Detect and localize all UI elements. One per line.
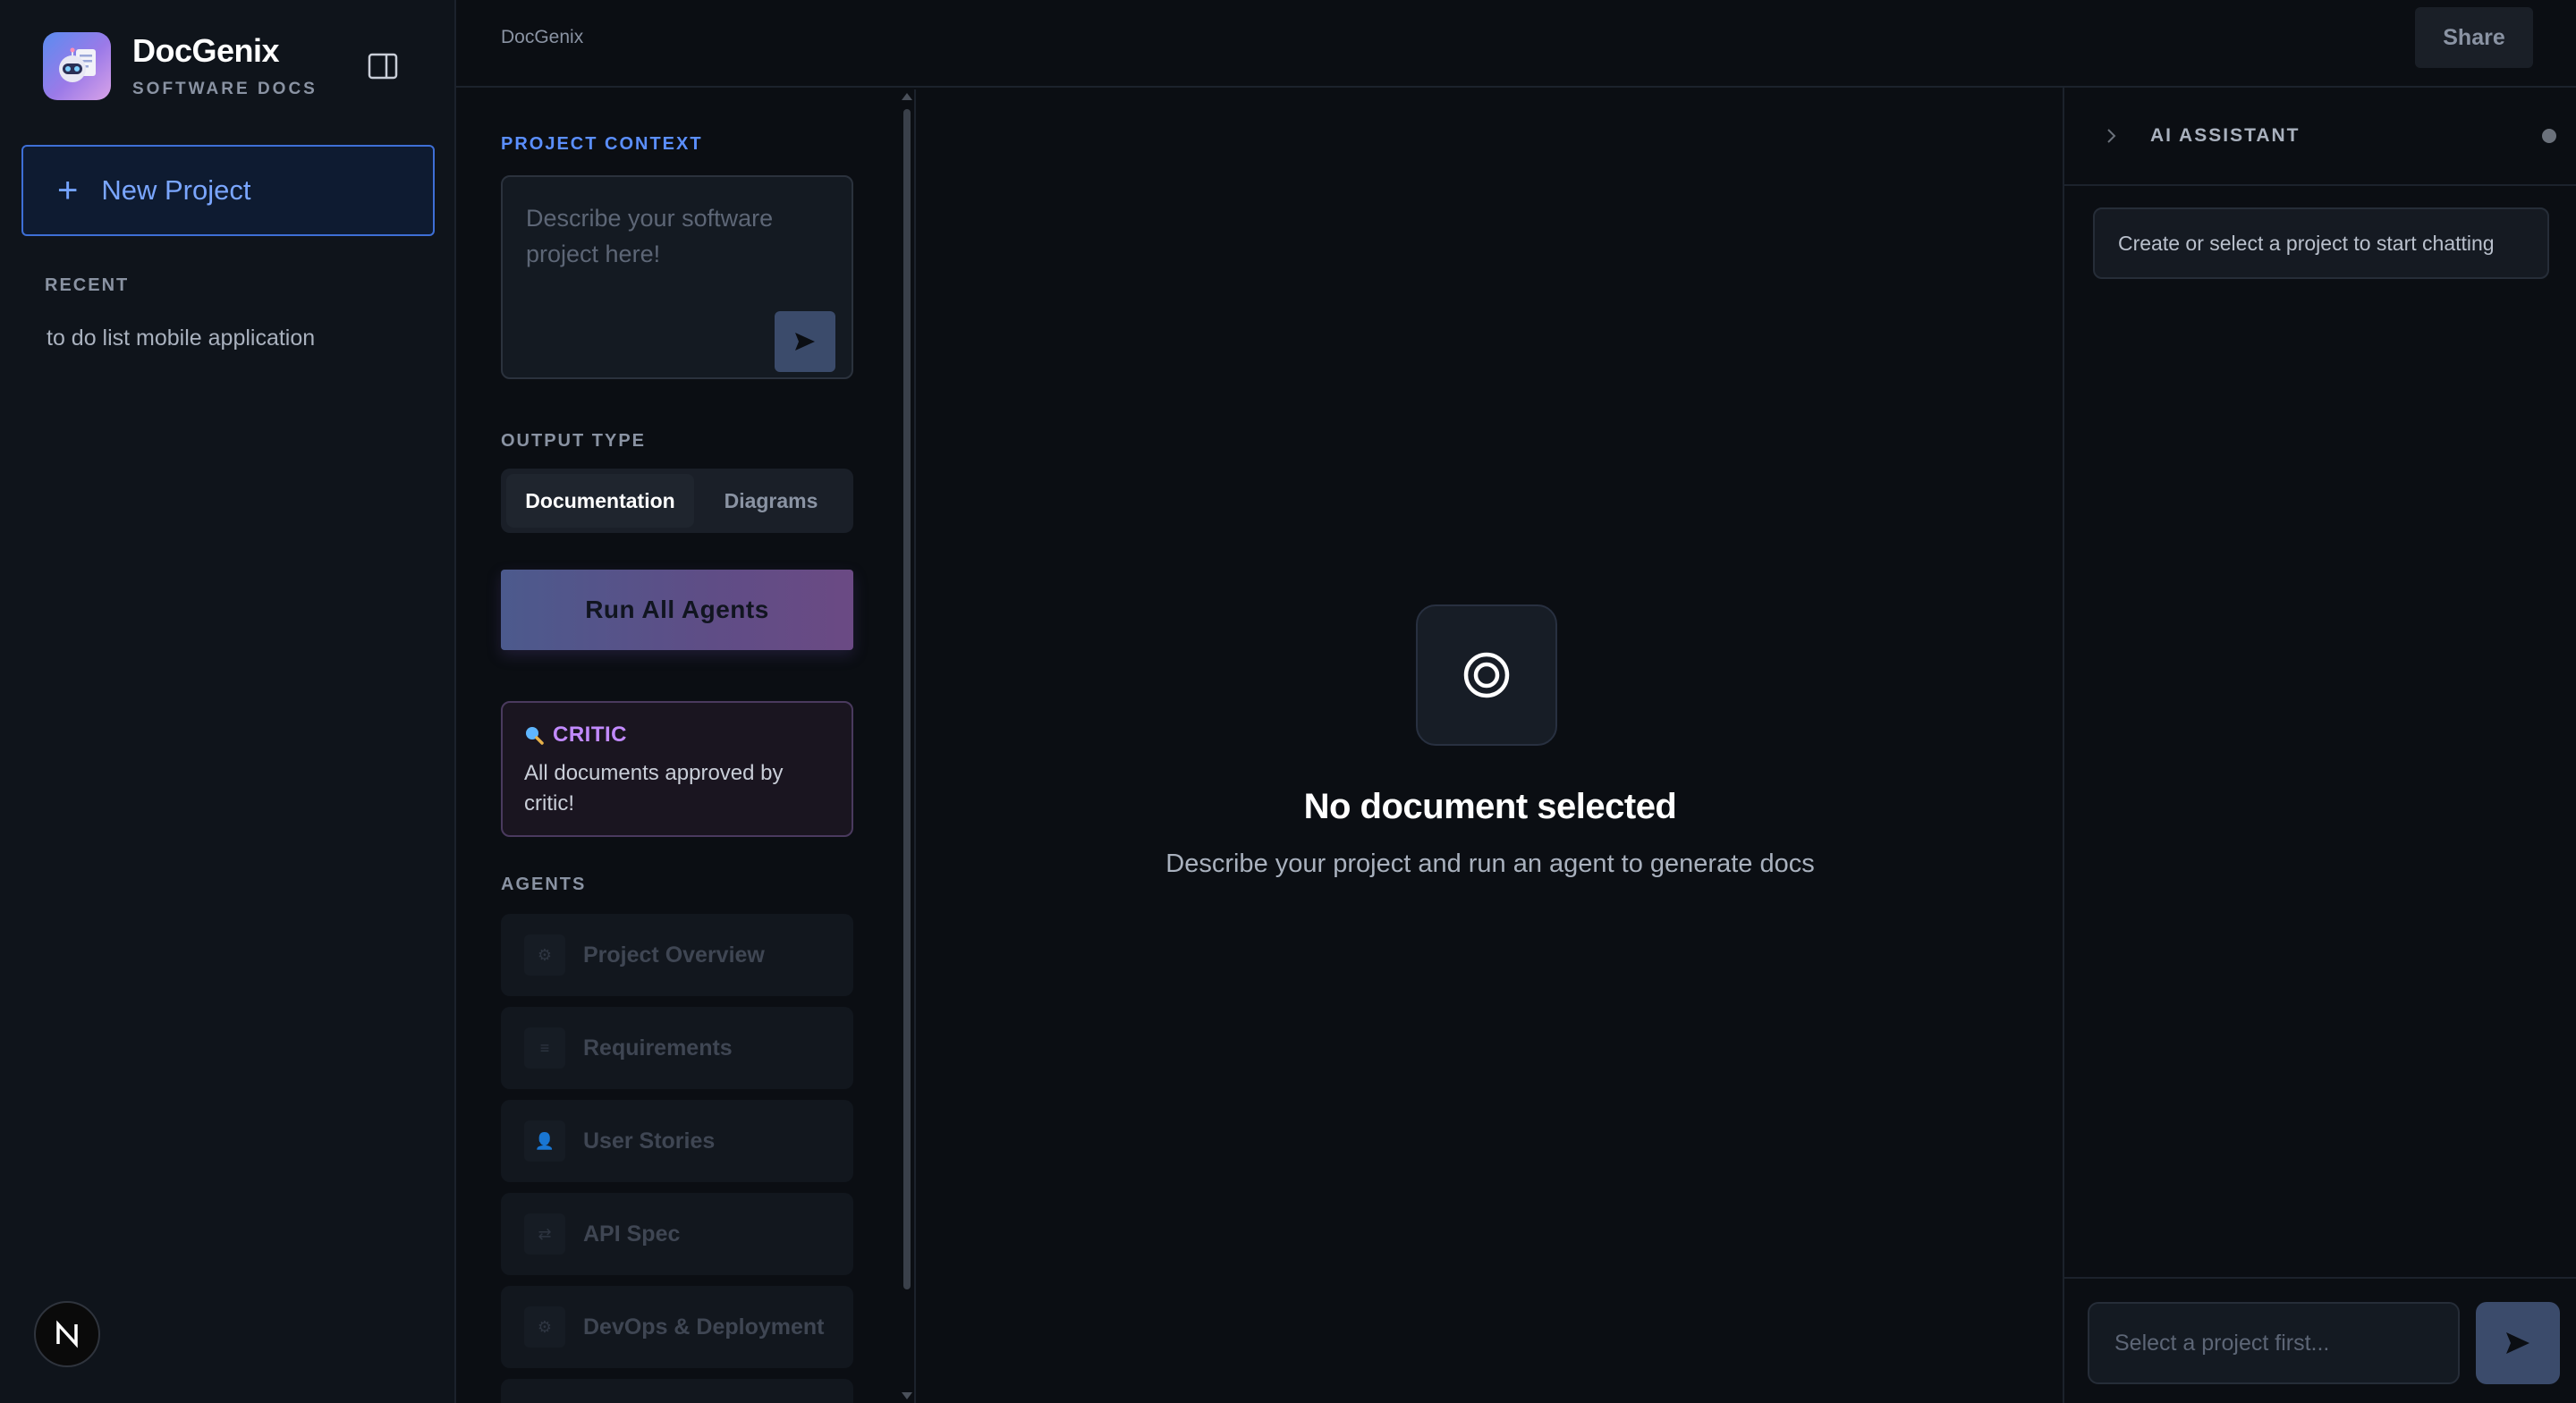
magnifier-icon bbox=[526, 727, 544, 745]
status-dot bbox=[2542, 129, 2556, 143]
ai-assistant-title: AI ASSISTANT bbox=[2150, 125, 2301, 146]
robot-logo-icon bbox=[43, 32, 111, 100]
agent-label: Requirements bbox=[583, 1035, 733, 1061]
tab-diagrams[interactable]: Diagrams bbox=[694, 474, 848, 528]
output-type-heading: OUTPUT TYPE bbox=[501, 431, 647, 451]
document-area: No document selected Describe your proje… bbox=[916, 89, 2064, 1403]
swap-icon: ⇄ bbox=[524, 1213, 565, 1255]
ai-notice-message: Create or select a project to start chat… bbox=[2093, 207, 2549, 279]
agent-label: Project Overview bbox=[583, 942, 765, 968]
run-all-agents-button[interactable]: Run All Agents bbox=[501, 570, 853, 650]
new-project-label: New Project bbox=[101, 174, 251, 206]
controls-panel: PROJECT CONTEXT Describe your software p… bbox=[456, 89, 916, 1403]
settings-icon: ⚙ bbox=[524, 1306, 565, 1348]
agent-api-spec[interactable]: ⇄ API Spec bbox=[501, 1193, 853, 1275]
critic-message: All documents approved by critic! bbox=[524, 761, 784, 816]
agent-label: User Stories bbox=[583, 1128, 716, 1154]
user-icon: 👤 bbox=[524, 1120, 565, 1162]
recent-project-item[interactable]: to do list mobile application bbox=[47, 325, 315, 351]
sidebar-toggle-button[interactable] bbox=[365, 50, 401, 82]
brand-text: DocGenix SOFTWARE DOCS bbox=[132, 33, 318, 99]
ai-assistant-panel: AI ASSISTANT Create or select a project … bbox=[2063, 88, 2576, 1403]
brand[interactable]: DocGenix SOFTWARE DOCS bbox=[43, 32, 318, 100]
n-logo-icon[interactable] bbox=[34, 1301, 100, 1367]
critic-header: CRITIC bbox=[524, 723, 830, 748]
project-context-heading: PROJECT CONTEXT bbox=[501, 134, 703, 154]
list-icon: ≡ bbox=[524, 1027, 565, 1069]
project-context-placeholder: Describe your software project here! bbox=[526, 205, 774, 267]
plus-icon: + bbox=[57, 171, 79, 210]
empty-state-title: No document selected bbox=[1303, 787, 1677, 826]
ai-chat-input[interactable] bbox=[2088, 1302, 2460, 1384]
app-root: DocGenix SOFTWARE DOCS + New Project REC… bbox=[0, 0, 2576, 1403]
agent-label: DevOps & Deployment bbox=[583, 1314, 825, 1340]
agent-user-stories[interactable]: 👤 User Stories bbox=[501, 1100, 853, 1182]
agent-label: API Spec bbox=[583, 1221, 681, 1247]
app-subtitle: SOFTWARE DOCS bbox=[132, 80, 318, 98]
scroll-up-arrow-icon[interactable] bbox=[902, 93, 912, 100]
main-area: DocGenix Share PROJECT CONTEXT Describe … bbox=[456, 0, 2576, 1403]
agents-heading: AGENTS bbox=[501, 875, 587, 894]
new-project-button[interactable]: + New Project bbox=[21, 145, 435, 236]
output-type-toggle: Documentation Diagrams bbox=[501, 469, 853, 533]
ai-send-button[interactable] bbox=[2476, 1302, 2560, 1384]
ai-input-bar bbox=[2064, 1277, 2576, 1403]
app-title: DocGenix bbox=[132, 32, 280, 69]
gear-icon: ⚙ bbox=[524, 934, 565, 976]
controls-scrollbar[interactable] bbox=[900, 89, 912, 1403]
chevron-right-icon[interactable] bbox=[2100, 125, 2122, 147]
context-send-button[interactable] bbox=[775, 311, 835, 372]
share-button[interactable]: Share bbox=[2415, 7, 2533, 68]
critic-card: CRITIC All documents approved by critic! bbox=[501, 701, 853, 837]
scrollbar-thumb[interactable] bbox=[903, 109, 911, 1289]
agent-project-overview[interactable]: ⚙ Project Overview bbox=[501, 914, 853, 996]
agent-devops-deployment[interactable]: ⚙ DevOps & Deployment bbox=[501, 1286, 853, 1368]
send-icon bbox=[795, 333, 815, 351]
recent-heading: RECENT bbox=[45, 275, 130, 295]
scroll-down-arrow-icon[interactable] bbox=[902, 1392, 912, 1399]
sidebar-panel-icon bbox=[368, 53, 398, 80]
agent-requirements[interactable]: ≡ Requirements bbox=[501, 1007, 853, 1089]
left-sidebar: DocGenix SOFTWARE DOCS + New Project REC… bbox=[0, 0, 456, 1403]
tab-documentation[interactable]: Documentation bbox=[506, 474, 694, 528]
breadcrumb[interactable]: DocGenix bbox=[501, 27, 583, 48]
empty-state-subtitle: Describe your project and run an agent t… bbox=[1165, 849, 1815, 878]
target-icon bbox=[1416, 604, 1557, 746]
top-bar: DocGenix Share bbox=[456, 0, 2576, 88]
critic-title: CRITIC bbox=[553, 723, 627, 747]
agent-partial[interactable] bbox=[501, 1379, 853, 1403]
ai-assistant-header: AI ASSISTANT bbox=[2064, 88, 2576, 186]
project-context-input[interactable]: Describe your software project here! bbox=[501, 175, 853, 379]
send-icon bbox=[2506, 1332, 2529, 1354]
